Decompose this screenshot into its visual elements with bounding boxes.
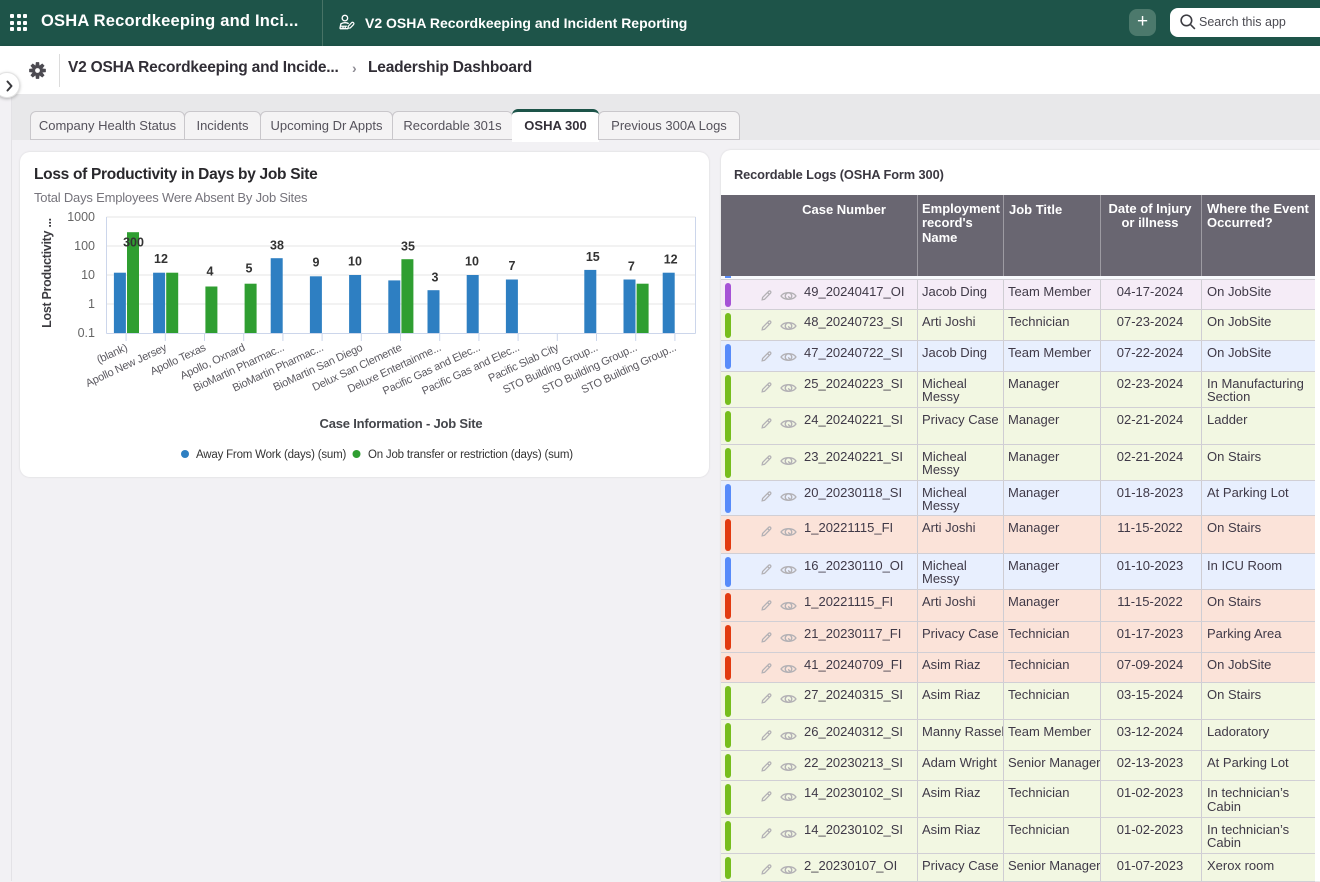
svg-text:35: 35 [401, 240, 415, 254]
svg-text:On Job transfer or restriction: On Job transfer or restriction (days) (s… [368, 449, 573, 461]
svg-text:7: 7 [628, 259, 635, 273]
svg-text:3: 3 [432, 271, 439, 285]
svg-text:5: 5 [246, 262, 253, 276]
svg-text:7: 7 [509, 259, 516, 273]
svg-text:300: 300 [123, 236, 144, 250]
svg-text:12: 12 [154, 252, 168, 266]
svg-text:4: 4 [207, 265, 214, 279]
svg-text:15: 15 [586, 250, 600, 264]
svg-text:10: 10 [81, 268, 95, 282]
svg-text:Case Information - Job Site: Case Information - Job Site [320, 416, 483, 431]
svg-text:10: 10 [465, 255, 479, 269]
svg-text:Away From Work (days) (sum): Away From Work (days) (sum) [196, 449, 346, 461]
svg-text:Loss of Productivity in Days b: Loss of Productivity in Days by Job Site [34, 166, 318, 183]
svg-text:12: 12 [664, 253, 678, 267]
svg-text:9: 9 [313, 256, 320, 270]
svg-text:Lost Productivity ...: Lost Productivity ... [40, 218, 54, 328]
svg-text:10: 10 [348, 255, 362, 269]
svg-text:1: 1 [88, 297, 95, 311]
svg-text:100: 100 [74, 239, 95, 253]
svg-text:38: 38 [270, 239, 284, 253]
svg-text:Total Days Employees Were Abse: Total Days Employees Were Absent By Job … [34, 190, 308, 205]
svg-text:1000: 1000 [67, 210, 95, 224]
svg-text:0.1: 0.1 [78, 326, 95, 340]
